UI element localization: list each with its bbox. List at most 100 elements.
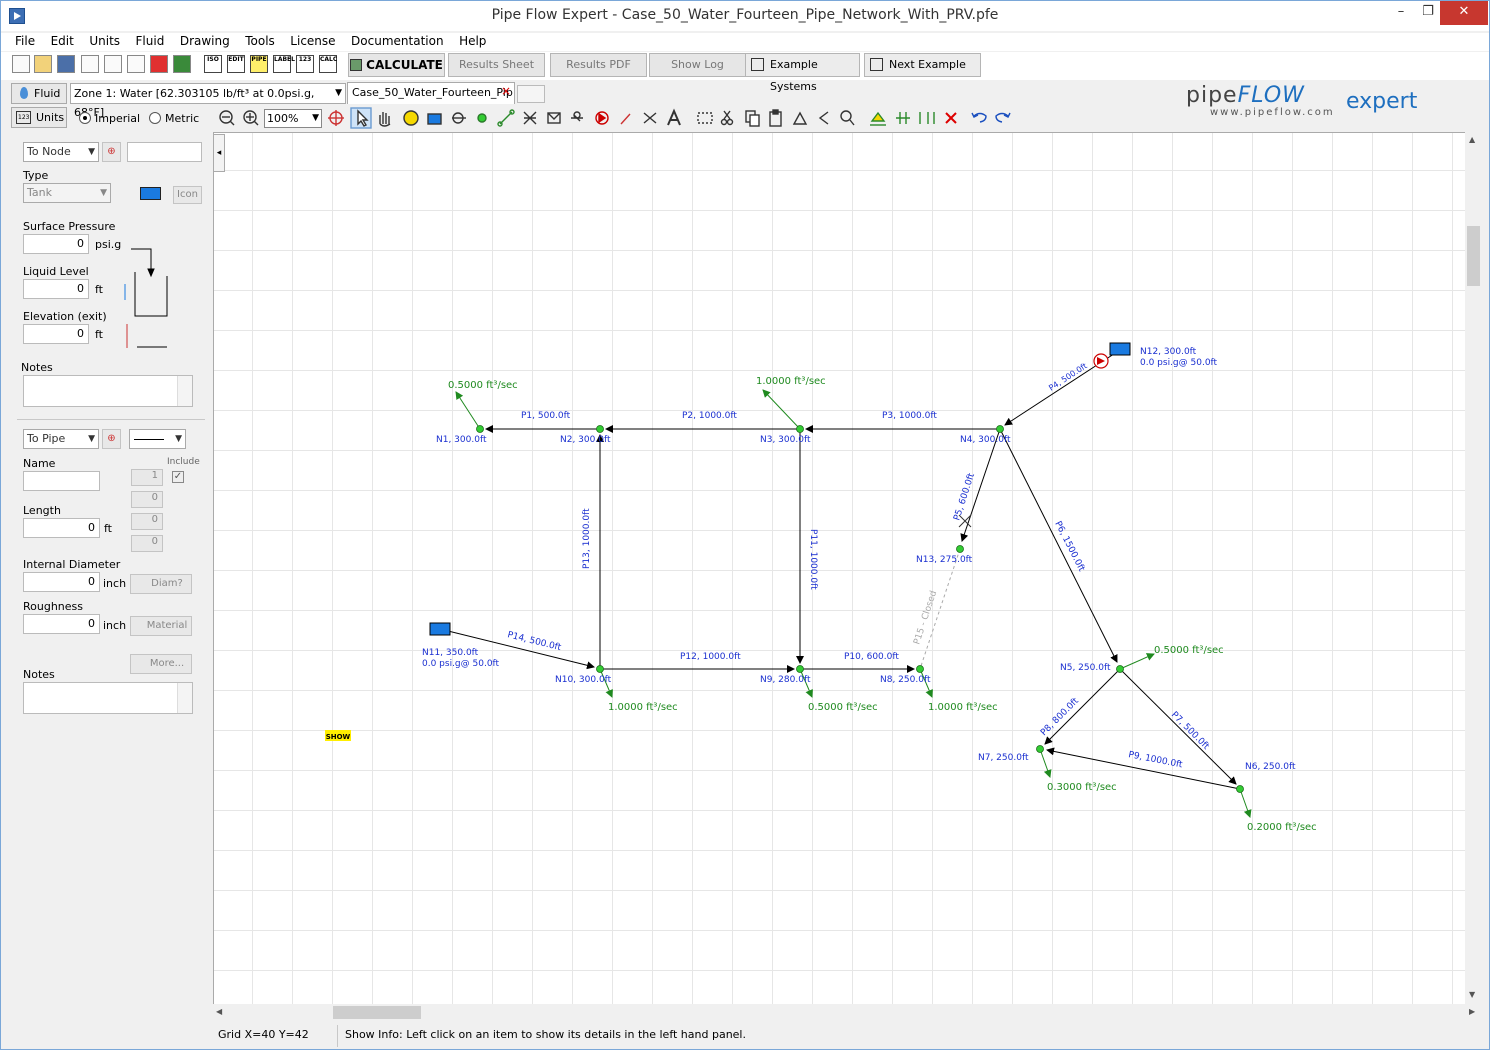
zoom-out-icon[interactable] [219,110,235,126]
show-log-button[interactable]: Show Log [649,53,746,77]
menu-tools[interactable]: Tools [245,33,275,48]
redo-icon[interactable] [995,112,1011,123]
close-button[interactable]: ✕ [1440,1,1488,25]
node-n9[interactable] [796,665,804,673]
menu-edit[interactable]: Edit [51,33,74,48]
node-n7[interactable] [1036,745,1044,753]
menu-help[interactable]: Help [459,33,486,48]
tab-document[interactable]: Case_50_Water_Fourteen_Pip × [347,82,515,104]
node-n8[interactable] [916,665,924,673]
email-icon[interactable] [81,55,99,73]
locate-pipe-icon[interactable]: ⊕ [102,429,121,449]
pump-icon[interactable] [452,112,466,124]
node-n6[interactable] [1236,785,1244,793]
scroll-left-icon[interactable]: ◀ [216,1007,222,1016]
text-tool-icon[interactable] [667,108,681,126]
pumps-button[interactable]: 0 [131,535,163,552]
zoom-in-icon[interactable] [243,110,259,126]
label-icon[interactable]: LABEL [273,55,295,73]
to-pipe-select[interactable]: To Pipe ▼ [23,429,99,449]
prv-icon[interactable] [595,111,609,125]
delete-icon[interactable] [945,112,957,124]
calc-icon[interactable]: CALC [319,55,337,73]
pipe-name-input[interactable] [23,471,100,491]
tank-n11[interactable] [429,622,451,636]
new-tab-button[interactable] [517,85,545,103]
more-button[interactable]: More... [130,654,192,674]
zoom-select[interactable]: 100% ▼ [264,109,322,128]
export-icon[interactable] [173,55,191,73]
node-n5[interactable] [1116,665,1124,673]
prv-valve-icon[interactable] [1093,353,1109,369]
fittings-button[interactable]: 1 [131,469,163,486]
pipe-p8[interactable] [1044,668,1121,745]
include-checkbox[interactable]: ✓ [172,471,184,483]
demand-d7-arrow[interactable] [1039,748,1052,778]
iso-icon[interactable]: ISO [204,55,222,73]
node-n10[interactable] [596,665,604,673]
surface-pressure-input[interactable]: 0 [23,234,89,254]
demand-d5-arrow[interactable] [1119,653,1155,670]
numbers-icon[interactable]: 123 [296,55,314,73]
cut-icon[interactable] [720,110,734,126]
node-notes-textarea[interactable] [23,375,193,407]
tank-n12[interactable] [1109,342,1131,356]
move-icon[interactable] [403,110,419,126]
scroll-up-icon[interactable]: ▲ [1469,135,1475,144]
components-button[interactable]: 0 [131,491,163,508]
rotate-icon[interactable] [818,111,829,125]
horizontal-scrollbar[interactable]: ◀ ▶ [213,1004,1482,1021]
paste-icon[interactable] [769,109,782,127]
example-systems-button[interactable]: Example Systems [745,53,860,93]
minimize-button[interactable]: – [1386,1,1416,25]
maximize-button[interactable]: ❐ [1413,1,1443,25]
node-n2[interactable] [596,425,604,433]
flip-icon[interactable] [792,111,808,125]
print-preview-icon[interactable] [104,55,122,73]
length-input[interactable]: 0 [23,518,100,538]
align-up-icon[interactable] [870,111,886,126]
menu-file[interactable]: File [15,33,35,48]
liquid-level-input[interactable]: 0 [23,279,89,299]
fluid-button[interactable]: Fluid [11,83,67,104]
pipe-notes-textarea[interactable] [23,682,193,714]
copy-icon[interactable] [745,110,760,127]
roughness-input[interactable]: 0 [23,614,100,634]
rect-select-icon[interactable] [697,112,713,124]
control-valve-icon[interactable] [571,111,583,122]
pipe-line-style-select[interactable]: ▼ [129,429,186,449]
node-n1[interactable] [476,425,484,433]
align-middle-icon[interactable] [896,112,910,124]
pan-hand-icon[interactable] [379,112,391,127]
diameter-input[interactable]: 0 [23,572,100,592]
select-arrow-icon[interactable] [350,107,372,129]
icon-button[interactable]: Icon [173,186,202,204]
new-file-icon[interactable] [12,55,30,73]
imperial-radio[interactable] [79,112,91,124]
material-button[interactable]: Material [130,616,192,636]
target-icon[interactable] [328,110,344,126]
to-node-select[interactable]: To Node ▼ [23,142,99,162]
locate-node-icon[interactable]: ⊕ [102,142,121,162]
pipe-draw-icon[interactable] [497,109,515,127]
node-n13[interactable] [956,545,964,553]
demand-d6-arrow[interactable] [1239,788,1252,818]
vertical-scroll-thumb[interactable] [1467,226,1480,286]
find-icon[interactable] [840,110,855,126]
node-icon[interactable] [477,113,487,123]
print-icon[interactable] [127,55,145,73]
valve-icon[interactable] [523,111,537,125]
control-valves-button[interactable]: 0 [131,513,163,530]
elevation-input[interactable]: 0 [23,324,89,344]
results-pdf-button[interactable]: Results PDF [550,53,647,77]
node-n3[interactable] [796,425,804,433]
node-n4[interactable] [996,425,1004,433]
save-icon[interactable] [57,55,75,73]
open-folder-icon[interactable] [34,55,52,73]
demand-d1-arrow[interactable] [455,391,481,430]
menu-fluid[interactable]: Fluid [136,33,165,48]
results-sheet-button[interactable]: Results Sheet [448,53,545,77]
align-spread-icon[interactable] [919,112,935,124]
metric-radio[interactable] [149,112,161,124]
next-example-button[interactable]: Next Example [864,53,981,77]
